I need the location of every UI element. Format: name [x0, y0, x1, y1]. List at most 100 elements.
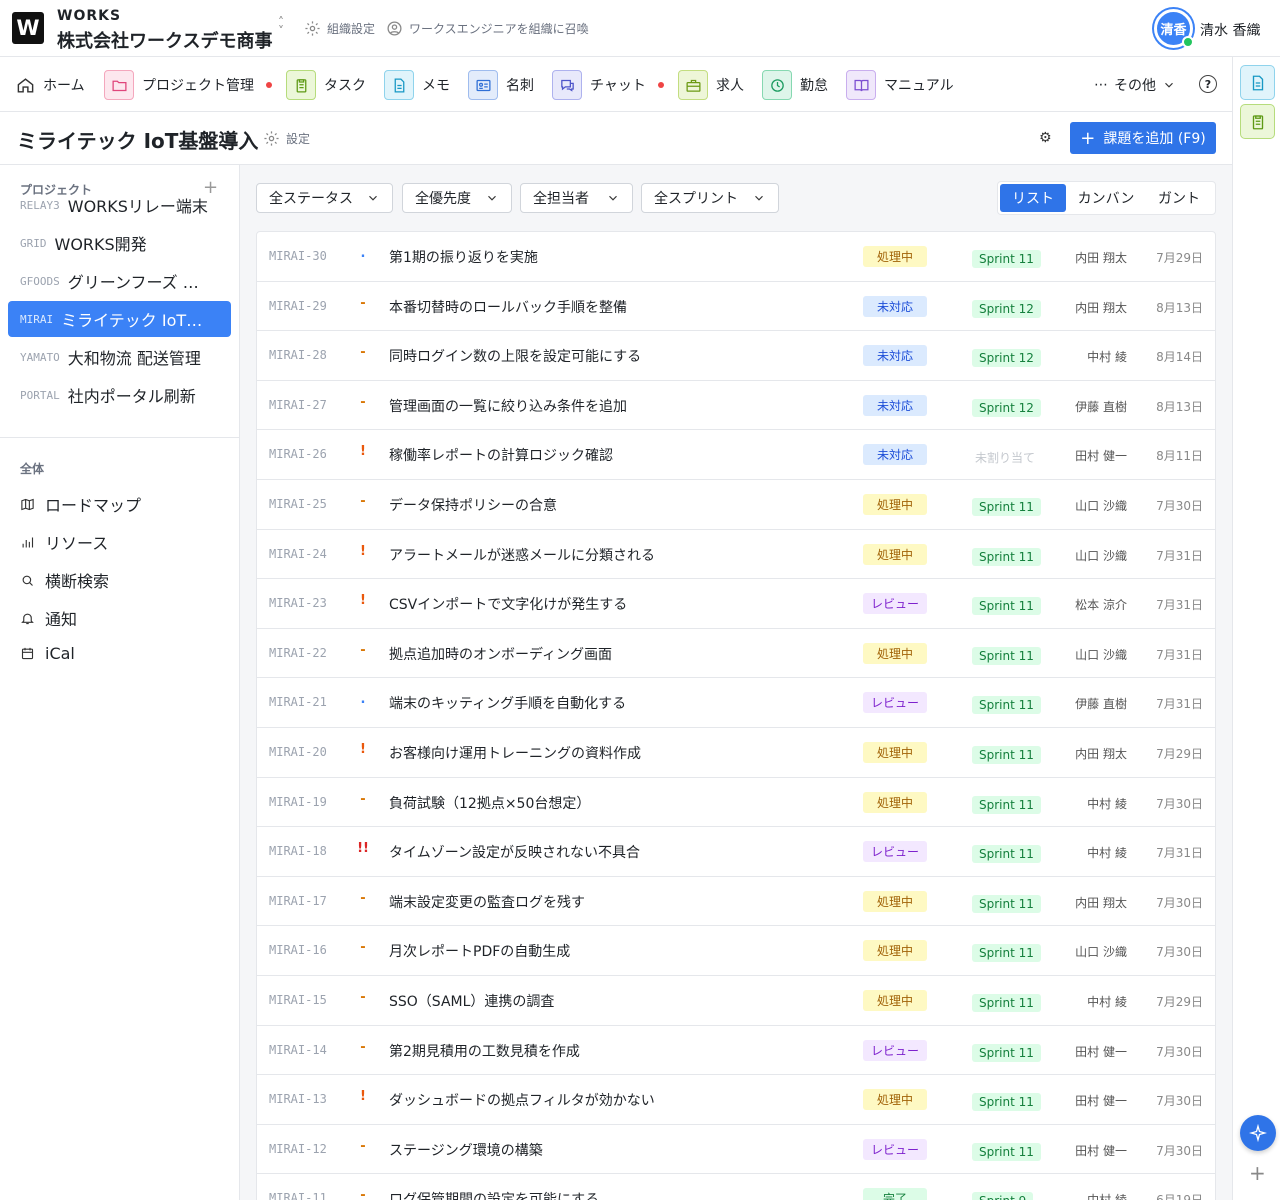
task-panel-button[interactable] [1240, 104, 1275, 139]
invite-link[interactable]: ワークスエンジニアを組織に召喚 [386, 20, 589, 37]
sidebar-item-notifications[interactable]: 通知 [20, 606, 77, 630]
tab-kanban[interactable]: カンバン [1070, 184, 1142, 212]
tab-gantt[interactable]: ガント [1146, 184, 1212, 212]
priority-filter[interactable]: 全優先度 [402, 183, 512, 213]
issue-title[interactable]: 同時ログイン数の上限を設定可能にする [389, 346, 641, 366]
project-settings-link[interactable]: 設定 [263, 130, 310, 147]
nav-project-management[interactable]: プロジェクト管理 [104, 70, 272, 100]
add-panel-icon[interactable]: + [1249, 1161, 1266, 1185]
sidebar-item-search[interactable]: 横断検索 [20, 568, 109, 592]
table-row[interactable]: MIRAI-28 - 同時ログイン数の上限を設定可能にする 未対応 Sprint 12 中… [257, 331, 1215, 381]
sidebar-item-resources[interactable]: リソース [20, 530, 108, 554]
status-badge[interactable]: 処理中 [863, 890, 927, 912]
status-badge[interactable]: 処理中 [863, 642, 927, 664]
nav-tasks[interactable]: タスク [286, 70, 366, 100]
status-badge[interactable]: レビュー [863, 841, 927, 863]
table-row[interactable]: MIRAI-23! CSVインポートで文字化けが発生する レビュー Sprint 11… [257, 579, 1215, 629]
sidebar-project-item[interactable]: GRID WORKS開発 [8, 225, 231, 261]
sidebar-project-item[interactable]: RELAY3 WORKSリレー端末 [8, 187, 231, 223]
status-badge[interactable]: レビュー [863, 593, 927, 615]
ai-assistant-button[interactable] [1240, 1115, 1276, 1151]
issue-title[interactable]: ログ保管期間の設定を可能にする [389, 1189, 599, 1200]
table-row[interactable]: MIRAI-17 - 端末設定変更の監査ログを残す 処理中 Sprint 11 内田 翔太… [257, 877, 1215, 927]
issue-title[interactable]: 稼働率レポートの計算ロジック確認 [389, 445, 613, 465]
assignee-filter[interactable]: 全担当者 [520, 183, 633, 213]
nav-jobs[interactable]: 求人 [678, 70, 744, 100]
table-row[interactable]: MIRAI-20! お客様向け運用トレーニングの資料作成 処理中 Sprint 11 内… [257, 728, 1215, 778]
status-badge[interactable]: レビュー [863, 1138, 927, 1160]
table-row[interactable]: MIRAI-22 - 拠点追加時のオンボーディング画面 処理中 Sprint 11 山口 … [257, 629, 1215, 679]
sidebar-project-item[interactable]: PORTAL 社内ポータル刷新 [8, 377, 231, 413]
table-row[interactable]: MIRAI-11 - ログ保管期間の設定を可能にする 完了 Sprint 9中村 綾 6月… [257, 1174, 1215, 1200]
issue-title[interactable]: 本番切替時のロールバック手順を整備 [389, 297, 627, 317]
user-name[interactable]: 清水 香織 [1200, 20, 1260, 40]
sidebar-project-item[interactable]: MIRAI ミライテック IoT基盤導入 [8, 301, 231, 337]
status-badge[interactable]: 処理中 [863, 791, 927, 813]
org-switch-icon[interactable]: ˄ ˅ [278, 16, 284, 37]
issue-title[interactable]: CSVインポートで文字化けが発生する [389, 594, 627, 614]
table-row[interactable]: MIRAI-27 - 管理画面の一覧に絞り込み条件を追加 未対応 Sprint 12 伊藤… [257, 381, 1215, 431]
table-row[interactable]: MIRAI-13! ダッシュボードの拠点フィルタが効かない 処理中 Sprint 11… [257, 1075, 1215, 1125]
sidebar-project-item[interactable]: GFOODS グリーンフーズ 品質管理 [8, 263, 231, 299]
status-badge[interactable]: 未対応 [863, 345, 927, 367]
issue-title[interactable]: ダッシュボードの拠点フィルタが効かない [389, 1090, 655, 1110]
status-badge[interactable]: 処理中 [863, 741, 927, 763]
status-badge[interactable]: 未対応 [863, 394, 927, 416]
issue-title[interactable]: 第1期の振り返りを実施 [389, 247, 538, 267]
issue-title[interactable]: 拠点追加時のオンボーディング画面 [389, 644, 612, 664]
issue-title[interactable]: アラートメールが迷惑メールに分類される [389, 545, 655, 565]
nav-home[interactable]: ホーム [16, 70, 85, 100]
issue-title[interactable]: お客様向け運用トレーニングの資料作成 [389, 743, 641, 763]
table-row[interactable]: MIRAI-26! 稼働率レポートの計算ロジック確認 未対応 未割り当て 田村 健一 8月… [257, 430, 1215, 480]
status-badge[interactable]: 処理中 [863, 246, 927, 267]
view-settings-gear-icon[interactable]: ⚙ [1039, 130, 1052, 146]
status-filter[interactable]: 全ステータス [256, 183, 393, 213]
table-row[interactable]: MIRAI-15 - SSO（SAML）連携の調査 処理中 Sprint 11 中村 綾 7… [257, 976, 1215, 1026]
issue-title[interactable]: 第2期見積用の工数見積を作成 [389, 1041, 580, 1061]
issue-title[interactable]: 端末のキッティング手順を自動化する [389, 693, 626, 713]
add-issue-button[interactable]: + 課題を追加 (F9) [1070, 122, 1216, 154]
table-row[interactable]: MIRAI-21. 端末のキッティング手順を自動化する レビュー Sprint 11 伊… [257, 678, 1215, 728]
status-badge[interactable]: 処理中 [863, 940, 927, 962]
issue-title[interactable]: 管理画面の一覧に絞り込み条件を追加 [389, 396, 627, 416]
tab-list[interactable]: リスト [1000, 184, 1066, 212]
issue-title[interactable]: タイムゾーン設定が反映されない不具合 [389, 842, 640, 862]
memo-panel-button[interactable] [1240, 65, 1275, 100]
nav-business-cards[interactable]: 名刺 [468, 70, 534, 100]
issue-title[interactable]: ステージング環境の構築 [389, 1140, 543, 1160]
table-row[interactable]: MIRAI-24! アラートメールが迷惑メールに分類される 処理中 Sprint 11… [257, 530, 1215, 580]
status-badge[interactable]: レビュー [863, 692, 927, 714]
works-logo[interactable]: W [12, 12, 44, 44]
issue-title[interactable]: 端末設定変更の監査ログを残す [389, 892, 585, 912]
table-row[interactable]: MIRAI-18!! タイムゾーン設定が反映されない不具合 レビュー Sprint 1… [257, 827, 1215, 877]
status-badge[interactable]: 処理中 [863, 1089, 927, 1111]
issue-title[interactable]: 負荷試験（12拠点×50台想定） [389, 793, 590, 813]
status-badge[interactable]: 未対応 [863, 444, 927, 466]
issue-title[interactable]: 月次レポートPDFの自動生成 [389, 941, 570, 961]
table-row[interactable]: MIRAI-12 - ステージング環境の構築 レビュー Sprint 11 田村 健一 7月… [257, 1125, 1215, 1175]
help-icon[interactable]: ? [1199, 75, 1217, 93]
table-row[interactable]: MIRAI-16 - 月次レポートPDFの自動生成 処理中 Sprint 11 山口 沙織… [257, 926, 1215, 976]
status-badge[interactable]: 完了 [863, 1188, 927, 1200]
nav-memo[interactable]: メモ [384, 70, 450, 100]
table-row[interactable]: MIRAI-14 - 第2期見積用の工数見積を作成 レビュー Sprint 11 田村 健… [257, 1026, 1215, 1076]
company-name[interactable]: 株式会社ワークスデモ商事 [57, 27, 272, 53]
status-badge[interactable]: 処理中 [863, 543, 927, 565]
table-row[interactable]: MIRAI-19 - 負荷試験（12拠点×50台想定） 処理中 Sprint 11 中村 … [257, 778, 1215, 828]
status-badge[interactable]: 処理中 [863, 493, 927, 515]
issue-title[interactable]: データ保持ポリシーの合意 [389, 495, 557, 515]
org-settings-link[interactable]: 組織設定 [304, 20, 375, 37]
nav-manual[interactable]: マニュアル [846, 70, 954, 100]
issue-title[interactable]: SSO（SAML）連携の調査 [389, 991, 554, 1011]
status-badge[interactable]: 未対応 [863, 295, 927, 317]
more-menu-button[interactable]: ⋯ その他 [1094, 75, 1176, 95]
sidebar-project-item[interactable]: YAMATO 大和物流 配送管理 [8, 339, 231, 375]
sidebar-item-ical[interactable]: iCal [20, 644, 75, 663]
status-badge[interactable]: 処理中 [863, 989, 927, 1011]
table-row[interactable]: MIRAI-25 - データ保持ポリシーの合意 処理中 Sprint 11 山口 沙織 7月… [257, 480, 1215, 530]
table-row[interactable]: MIRAI-30. 第1期の振り返りを実施 処理中 Sprint 11 内田 翔太 7月2… [257, 232, 1215, 282]
nav-chat[interactable]: チャット [552, 70, 664, 100]
sidebar-item-roadmap[interactable]: ロードマップ [20, 492, 141, 516]
nav-attendance[interactable]: 勤怠 [762, 70, 828, 100]
table-row[interactable]: MIRAI-29 - 本番切替時のロールバック手順を整備 未対応 Sprint 12 内田… [257, 282, 1215, 332]
